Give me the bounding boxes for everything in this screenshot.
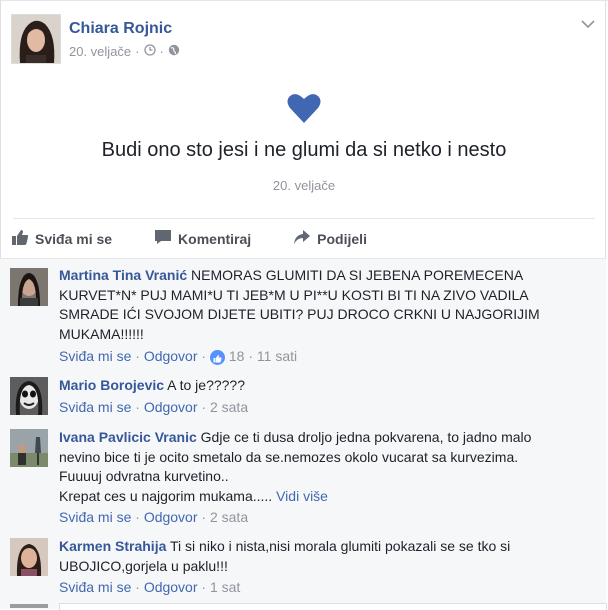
- status-text: Budi ono sto jesi i ne glumi da si netko…: [101, 139, 507, 161]
- comment-text: A to je?????: [164, 377, 245, 393]
- thumbs-up-icon: [11, 229, 29, 248]
- top-border: [1, 0, 608, 1]
- commenter-name[interactable]: Mario Borojevic: [59, 377, 164, 393]
- separator-dot: ·: [159, 44, 164, 59]
- like-button[interactable]: Sviđa mi se: [11, 229, 112, 248]
- separator-dot: ·: [201, 509, 207, 525]
- separator-dot: ·: [201, 348, 207, 364]
- commenter-name[interactable]: Martina Tina Vranić: [59, 267, 187, 283]
- share-label: Podijeli: [317, 230, 367, 247]
- comment-like-link[interactable]: Sviđa mi se: [59, 509, 131, 525]
- separator-dot: ·: [201, 579, 207, 595]
- commenter-avatar[interactable]: [10, 377, 48, 415]
- see-more-link[interactable]: Vidi više: [276, 488, 328, 504]
- comment-label: Komentiraj: [178, 230, 252, 247]
- author-name[interactable]: Chiara Rojnic: [69, 20, 172, 38]
- comment-button[interactable]: Komentiraj: [154, 229, 251, 248]
- share-arrow-icon: [293, 229, 311, 248]
- comment-reply-link[interactable]: Odgovor: [144, 348, 198, 364]
- comment-time[interactable]: 2 sata: [210, 399, 248, 415]
- separator-dot: ·: [135, 44, 140, 59]
- comment-reply-link[interactable]: Odgovor: [144, 509, 198, 525]
- viewer-avatar: [10, 604, 48, 608]
- comment-like-link[interactable]: Sviđa mi se: [59, 579, 131, 595]
- comment-footer: Sviđa mi se · Odgovor · 2 sata: [59, 399, 248, 415]
- author-avatar[interactable]: [11, 14, 61, 64]
- comment-input-box[interactable]: [59, 603, 607, 610]
- comment-like-link[interactable]: Sviđa mi se: [59, 348, 131, 364]
- clock-icon: [143, 44, 156, 59]
- comment-time[interactable]: 1 sat: [210, 579, 240, 595]
- like-label: Sviđa mi se: [35, 230, 113, 247]
- separator-dot: ·: [135, 348, 140, 364]
- status-date: 20. veljače: [272, 178, 336, 193]
- comment-text-continued: Krepat ces u najgorim mukama.....: [59, 487, 273, 504]
- comment-icon: [154, 229, 172, 248]
- comment-like-link[interactable]: Sviđa mi se: [59, 399, 131, 415]
- post-meta: 20. veljače · ·: [69, 44, 180, 59]
- action-bar: Sviđa mi se Komentiraj Podijeli: [11, 229, 367, 248]
- comment-footer: Sviđa mi se · Odgovor · 2 sata: [59, 509, 248, 525]
- comment-footer: Sviđa mi se · Odgovor · 1 sat: [59, 579, 240, 595]
- commenter-name[interactable]: Karmen Strahija: [59, 538, 166, 554]
- commenter-avatar[interactable]: [10, 429, 48, 467]
- share-button[interactable]: Podijeli: [293, 229, 367, 248]
- comment-time[interactable]: 2 sata: [210, 509, 248, 525]
- commenter-avatar[interactable]: [10, 538, 48, 576]
- like-reaction-icon[interactable]: [209, 350, 225, 365]
- separator-dot: ·: [135, 399, 140, 415]
- heart-icon: [287, 92, 321, 124]
- comment-reply-link[interactable]: Odgovor: [144, 579, 198, 595]
- comment-reply-link[interactable]: Odgovor: [144, 399, 198, 415]
- reaction-count[interactable]: 18: [229, 348, 245, 364]
- separator-dot: ·: [201, 399, 207, 415]
- chevron-down-icon[interactable]: [581, 16, 595, 32]
- separator-dot: ·: [135, 509, 140, 525]
- post-date[interactable]: 20. veljače: [69, 44, 131, 59]
- commenter-name[interactable]: Ivana Pavlicic Vranic: [59, 429, 197, 445]
- separator-dot: ·: [248, 348, 253, 364]
- commenter-avatar[interactable]: [10, 268, 48, 306]
- separator-dot: ·: [135, 579, 140, 595]
- comment-time[interactable]: 11 sati: [257, 348, 297, 364]
- comment-footer: Sviđa mi se · Odgovor · 18 · 11 sati: [59, 348, 297, 365]
- divider: [13, 218, 595, 219]
- globe-icon[interactable]: [168, 44, 180, 59]
